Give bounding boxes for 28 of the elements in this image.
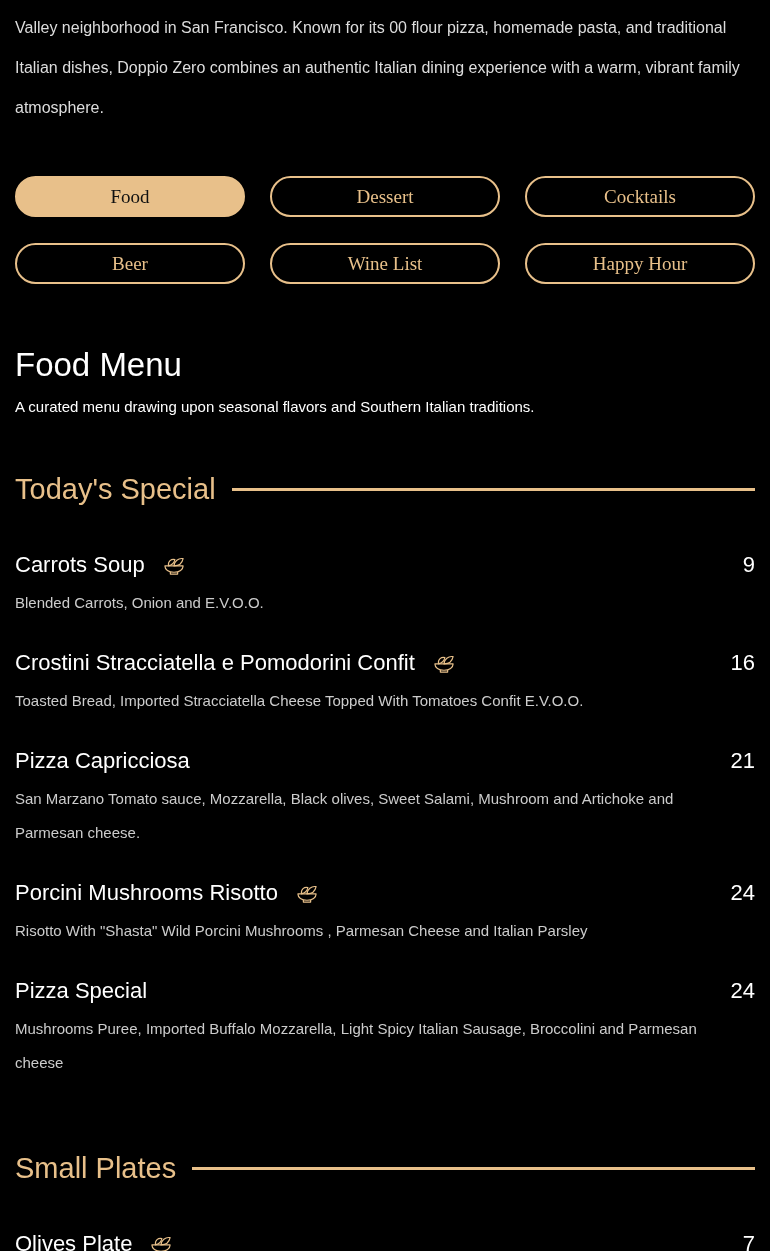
dish-name: Porcini Mushrooms Risotto: [15, 880, 278, 906]
dish-price: 24: [730, 880, 755, 906]
dish-description: Mushrooms Puree, Imported Buffalo Mozzarella, Light Spicy Italian Sausage, Broccolini and Parmesan cheese: [15, 1019, 698, 1073]
section-heading: Today's Special: [15, 473, 216, 506]
dish-price: 16: [730, 650, 755, 676]
dish-price: 24: [730, 978, 755, 1004]
section-heading: Small Plates: [15, 1152, 177, 1185]
dish-name: Carrots Soup: [15, 552, 145, 578]
dish-price: 9: [742, 552, 755, 578]
dish-description: Toasted Bread, Imported Stracciatella Cheese Topped With Tomatoes Confit E.V.O.O.: [15, 691, 585, 711]
dish-price: 7: [742, 1231, 755, 1251]
dish-name: Crostini Stracciatella e Pomodorini Confit: [15, 650, 415, 676]
menu-tab[interactable]: Cocktails: [525, 176, 755, 217]
menu-subtitle: A curated menu drawing upon seasonal flavors and Southern Italian traditions.: [15, 398, 536, 415]
dish-name: Olives Plate: [15, 1231, 133, 1251]
dish-price: 21: [730, 748, 755, 774]
menu-tab[interactable]: Wine List: [270, 243, 500, 284]
intro-paragraph: Valley neighborhood in San Francisco. Known for its 00 flour pizza, homemade pasta, and traditional Italian dishes, Doppio Zero combines an authentic Italian dining experience with a warm, vibrant family atmosphere.: [15, 18, 741, 118]
menu-tab[interactable]: Beer: [15, 243, 245, 284]
menu-title: Food Menu: [15, 346, 183, 384]
menu-tab[interactable]: Dessert: [270, 176, 500, 217]
dish-description: San Marzano Tomato sauce, Mozzarella, Black olives, Sweet Salami, Mushroom and Artichoke and Parmesan cheese.: [15, 789, 675, 843]
dish-description: Risotto With "Shasta" Wild Porcini Mushrooms , Parmesan Cheese and Italian Parsley: [15, 921, 589, 941]
dish-description: Blended Carrots, Onion and E.V.O.O.: [15, 593, 265, 613]
dish-name: Pizza Capricciosa: [15, 748, 190, 774]
dish-name: Pizza Special: [15, 978, 148, 1004]
menu-tab[interactable]: Happy Hour: [525, 243, 755, 284]
menu-tab[interactable]: Food: [15, 176, 245, 217]
